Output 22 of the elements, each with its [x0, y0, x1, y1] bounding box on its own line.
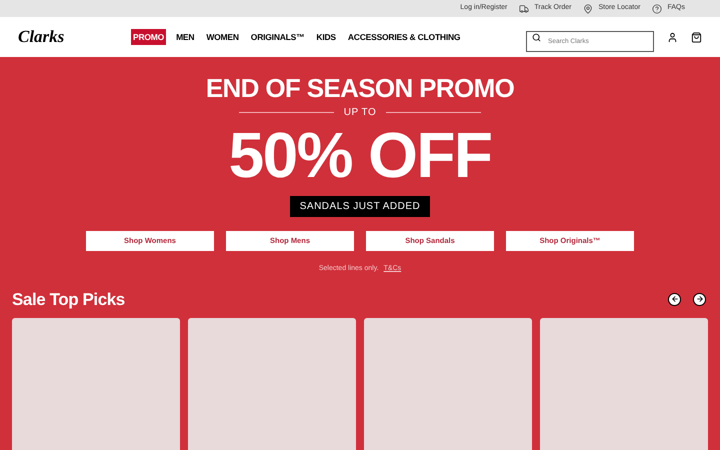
bag-icon[interactable]: [691, 32, 702, 42]
nav-tab[interactable]: ACCESSORIES & CLOTHING: [346, 28, 462, 46]
logo[interactable]: Clarks: [18, 24, 131, 50]
nav-tab[interactable]: MEN: [174, 28, 196, 46]
arrow-left-icon: [670, 295, 678, 304]
previous-button[interactable]: [668, 292, 681, 306]
section-title: Sale Top Picks: [12, 288, 125, 310]
account-icon[interactable]: [667, 32, 678, 42]
nav-tab[interactable]: KIDS: [314, 28, 338, 46]
promo-headline: 50% OFF: [228, 120, 492, 190]
truck-icon: [519, 4, 530, 14]
nav-tab[interactable]: WOMEN: [204, 28, 241, 46]
map-pin-icon: [583, 4, 594, 14]
arrow-right-icon: [696, 295, 704, 304]
nav-tab[interactable]: ORIGINALS™: [248, 28, 306, 46]
search-icon: [532, 32, 541, 42]
promo-tag: SANDALS JUST ADDED: [290, 196, 430, 217]
nav-tab[interactable]: PROMO: [131, 28, 166, 46]
promo-title: END OF SEASON PROMO: [206, 73, 514, 103]
promo-subtitle: UP TO: [344, 106, 376, 120]
help-icon: [652, 4, 662, 14]
next-button[interactable]: [693, 292, 706, 306]
